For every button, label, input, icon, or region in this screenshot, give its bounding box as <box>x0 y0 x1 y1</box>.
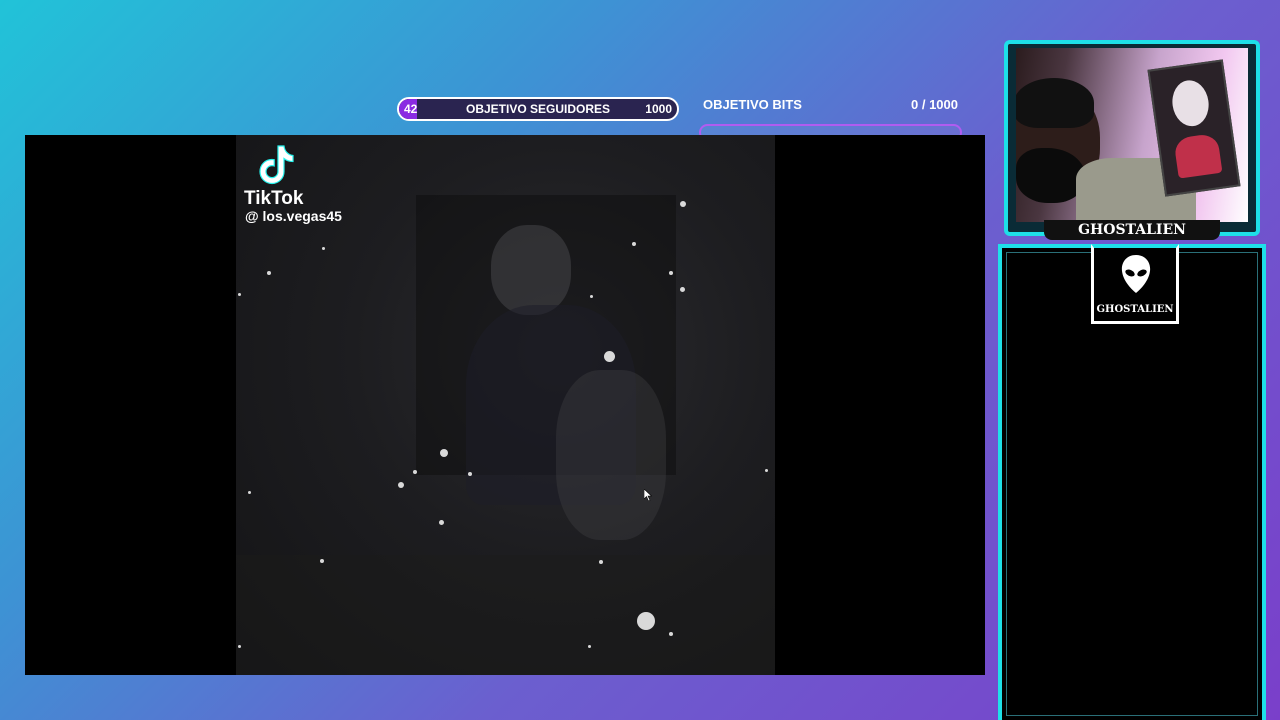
follower-goal-bar: 42 OBJETIVO SEGUIDORES 1000 <box>397 97 679 121</box>
orb <box>637 612 655 630</box>
follower-goal-title: OBJETIVO SEGUIDORES <box>465 102 611 116</box>
orb <box>398 482 404 488</box>
scene-floor <box>236 555 775 675</box>
bits-goal-count: 0 / 1000 <box>911 97 958 112</box>
orb <box>669 632 673 636</box>
orb <box>680 287 685 292</box>
webcam-feed <box>1016 48 1248 222</box>
alien-head-icon <box>1121 255 1151 293</box>
alien-badge: GHOSTALIEN <box>1091 244 1179 324</box>
orb <box>238 293 241 296</box>
orb <box>590 295 593 298</box>
wall-poster <box>1147 59 1241 197</box>
main-video-player[interactable]: TikTok @ los.vegas45 <box>25 135 985 675</box>
orb <box>322 247 325 250</box>
alien-badge-label: GHOSTALIEN <box>1096 304 1174 315</box>
webcam-name-plate: GHOSTALIEN <box>1044 220 1220 240</box>
scene-figure-head <box>491 225 571 315</box>
tiktok-wordmark: TikTok <box>244 188 304 209</box>
scene-figure-arm <box>556 370 666 540</box>
orb <box>320 559 324 563</box>
poster-dress <box>1173 132 1223 179</box>
tiktok-logo-icon <box>259 145 294 185</box>
orb <box>632 242 636 246</box>
webcam-frame <box>1004 40 1260 236</box>
streamer-hair <box>1016 78 1094 128</box>
poster-face <box>1169 77 1212 129</box>
orb <box>468 472 472 476</box>
orb <box>267 271 271 275</box>
orb <box>669 271 673 275</box>
orb <box>680 201 686 207</box>
orb <box>238 645 241 648</box>
follower-goal-max: 1000 <box>645 102 672 116</box>
orb <box>440 449 448 457</box>
bits-goal-title: OBJETIVO BITS <box>703 97 802 112</box>
tiktok-handle: @ los.vegas45 <box>245 208 342 224</box>
orb <box>413 470 417 474</box>
orb <box>439 520 444 525</box>
orb <box>765 469 768 472</box>
orb <box>588 645 591 648</box>
orb <box>248 491 251 494</box>
video-frame: TikTok @ los.vegas45 <box>236 135 775 675</box>
orb <box>604 351 615 362</box>
mouse-cursor-icon <box>644 489 652 501</box>
orb <box>599 560 603 564</box>
